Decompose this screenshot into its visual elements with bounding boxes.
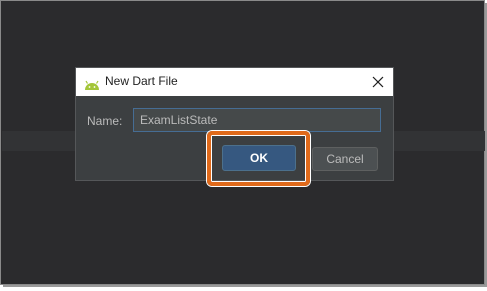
android-icon — [84, 76, 100, 90]
name-input[interactable] — [133, 108, 381, 132]
cancel-button[interactable]: Cancel — [312, 147, 378, 171]
close-icon[interactable] — [369, 73, 387, 91]
dialog-titlebar[interactable]: New Dart File — [76, 68, 393, 96]
frame-shadow-bottom — [3, 285, 487, 287]
dialog-title: New Dart File — [105, 74, 178, 88]
ok-button[interactable]: OK — [222, 145, 296, 171]
name-label: Name: — [87, 114, 123, 128]
